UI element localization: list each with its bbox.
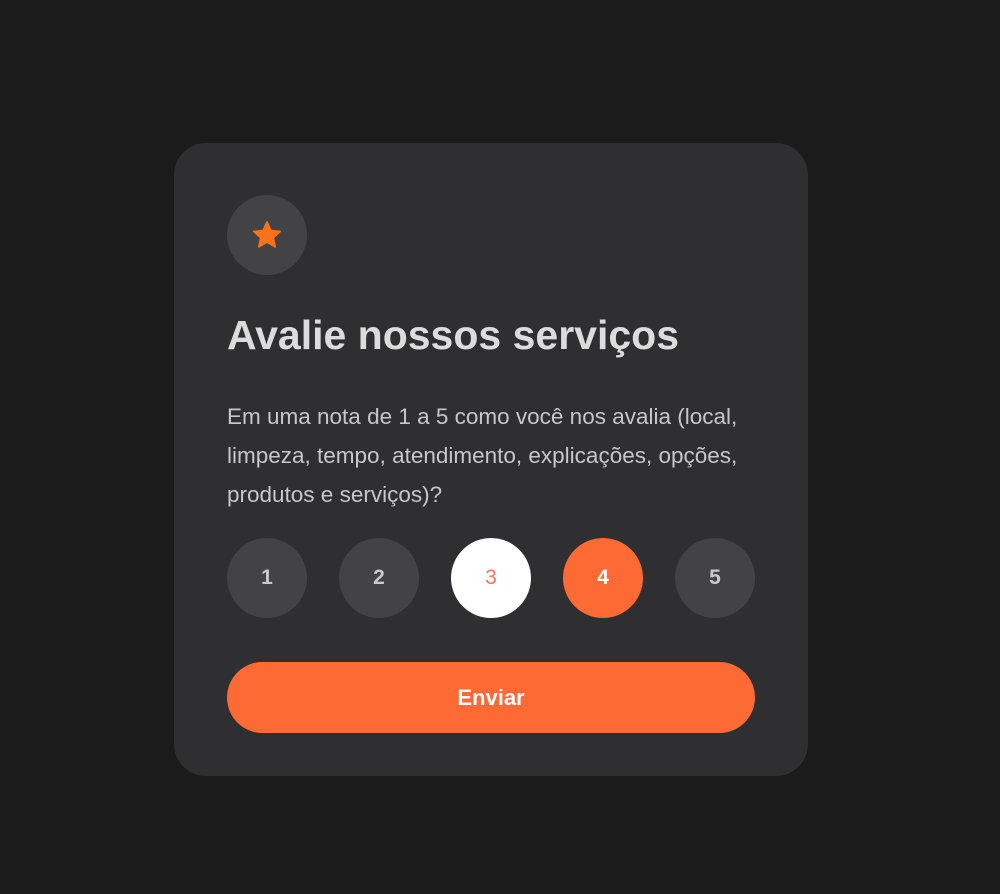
star-icon xyxy=(253,221,281,248)
rating-options: 1 2 3 4 5 xyxy=(227,538,755,618)
rating-button-1[interactable]: 1 xyxy=(227,538,307,618)
card-description: Em uma nota de 1 a 5 como você nos avali… xyxy=(227,404,738,507)
rating-card: Avalie nossos serviços Em uma nota de 1 … xyxy=(174,143,808,776)
rating-button-4[interactable]: 4 xyxy=(563,538,643,618)
rating-button-3[interactable]: 3 xyxy=(451,538,531,618)
submit-button[interactable]: Enviar xyxy=(227,662,755,733)
rating-button-5[interactable]: 5 xyxy=(675,538,755,618)
star-badge xyxy=(227,195,307,275)
rating-button-2[interactable]: 2 xyxy=(339,538,419,618)
card-title: Avalie nossos serviços xyxy=(227,312,680,358)
